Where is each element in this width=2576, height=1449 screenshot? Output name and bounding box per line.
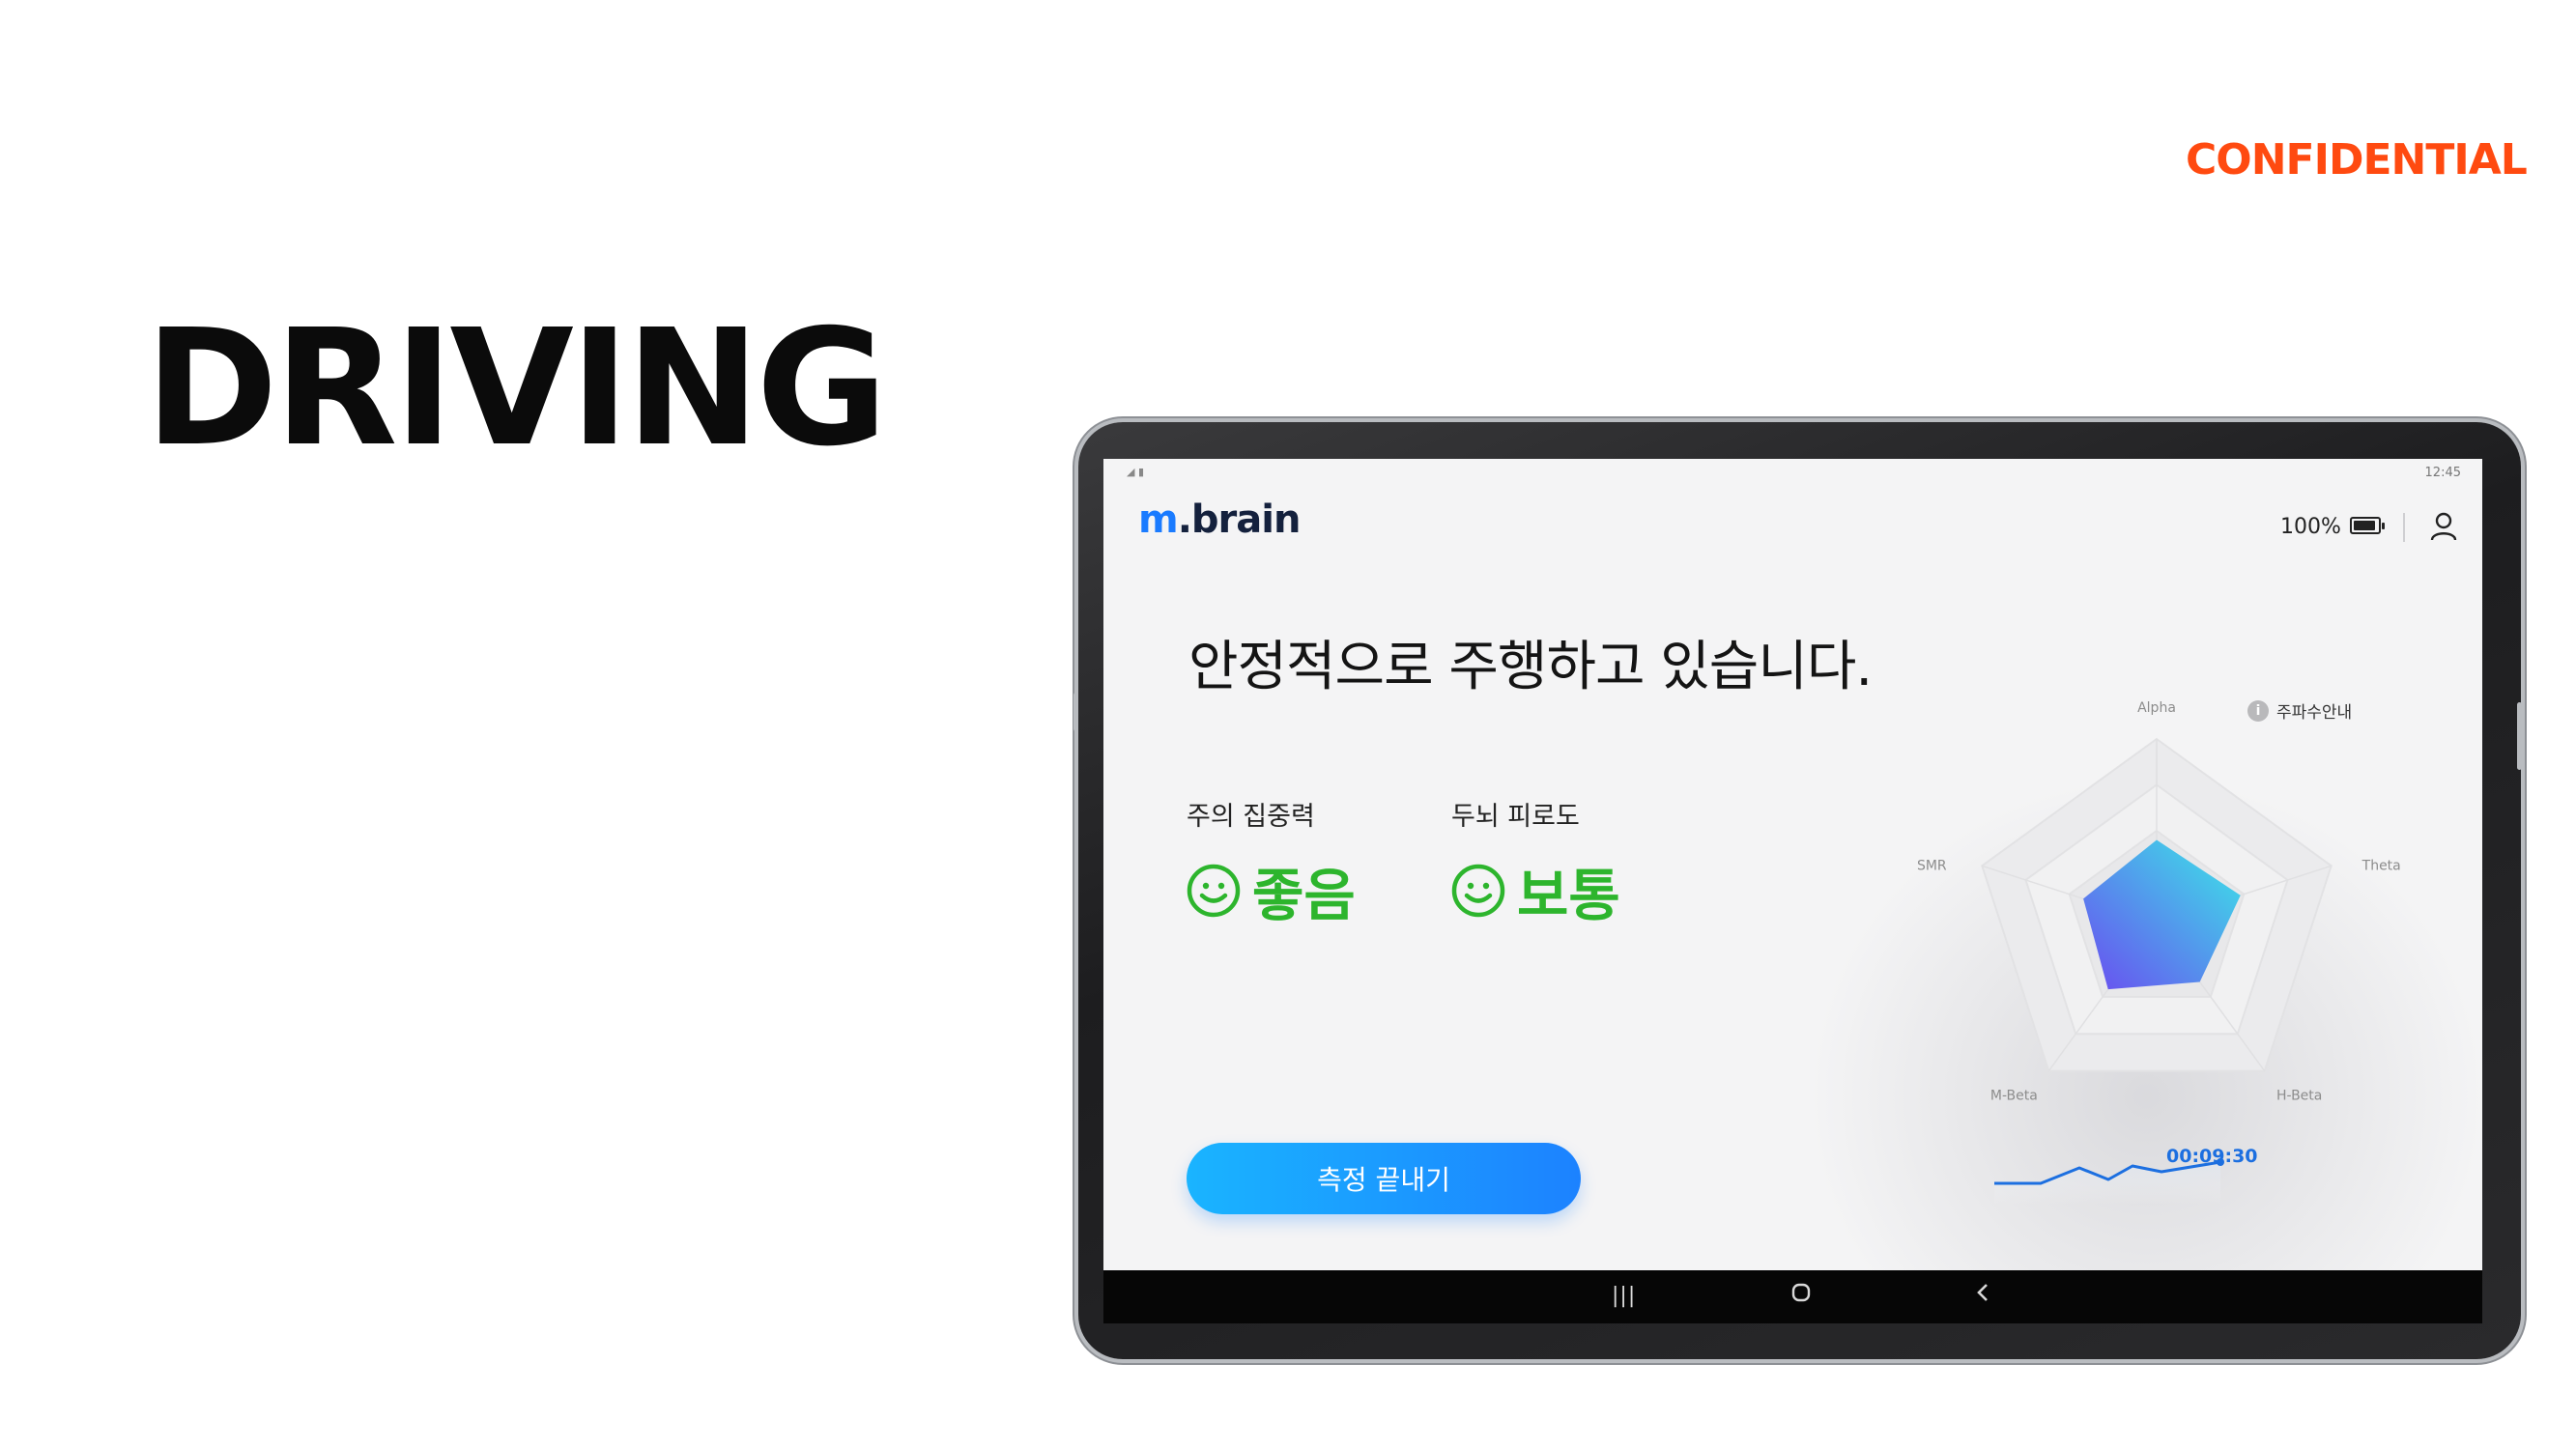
app-screen: ◢ ▮ 12:45 m.brain 100% 안정적으로 주행하고 있습니다. …: [1103, 459, 2482, 1323]
metric-status: 보통: [1451, 850, 1620, 931]
volume-button: [2517, 702, 2522, 770]
logo-accent: m: [1138, 497, 1179, 542]
home-icon[interactable]: [1790, 1282, 1812, 1309]
radar-axis-label: H-Beta: [2276, 1089, 2322, 1104]
metric-value-text: 보통: [1517, 863, 1620, 928]
slide-title: DRIVING: [145, 296, 888, 482]
radar-axis-label: Alpha: [2137, 700, 2176, 716]
radar-axis-label: M-Beta: [1990, 1089, 2038, 1104]
battery-percent: 100%: [2280, 515, 2341, 539]
battery-icon: [2350, 517, 2385, 534]
user-icon[interactable]: [2429, 511, 2458, 542]
metric-value-text: 좋음: [1252, 863, 1356, 928]
confidential-label: CONFIDENTIAL: [2186, 135, 2528, 185]
header-divider: [2403, 513, 2405, 542]
radar-axis-label: SMR: [1917, 858, 1947, 873]
brainwave-radar-chart: Alpha Theta H-Beta M-Beta SMR: [1917, 700, 2401, 1104]
smile-icon: [1451, 864, 1505, 918]
metric-label: 두뇌 피로도: [1451, 802, 1580, 832]
logo-text: .brain: [1177, 497, 1302, 542]
metric-label: 주의 집중력: [1187, 802, 1315, 832]
recents-icon[interactable]: |||: [1612, 1284, 1636, 1308]
status-bar: ◢ ▮ 12:45: [1103, 459, 2482, 486]
tablet-device: ◢ ▮ 12:45 m.brain 100% 안정적으로 주행하고 있습니다. …: [1073, 422, 2522, 1359]
status-time: 12:45: [2424, 466, 2461, 480]
android-nav-bar: |||: [1103, 1270, 2482, 1323]
metric-status: 좋음: [1187, 850, 1356, 931]
side-button: [1073, 693, 1078, 731]
smile-icon: [1187, 864, 1241, 918]
app-logo: m.brain: [1138, 497, 1302, 542]
back-icon[interactable]: [1973, 1282, 1994, 1309]
radar-axis-label: Theta: [2361, 858, 2401, 873]
signal-icon: ◢ ▮: [1127, 466, 1145, 478]
session-timer: 00:09:30: [2166, 1146, 2258, 1167]
metric-attention: 주의 집중력 좋음: [1187, 795, 1356, 931]
page-headline: 안정적으로 주행하고 있습니다.: [1188, 636, 1873, 698]
end-measurement-button[interactable]: 측정 끝내기: [1187, 1143, 1581, 1214]
metric-fatigue: 두뇌 피로도 보통: [1451, 795, 1620, 931]
